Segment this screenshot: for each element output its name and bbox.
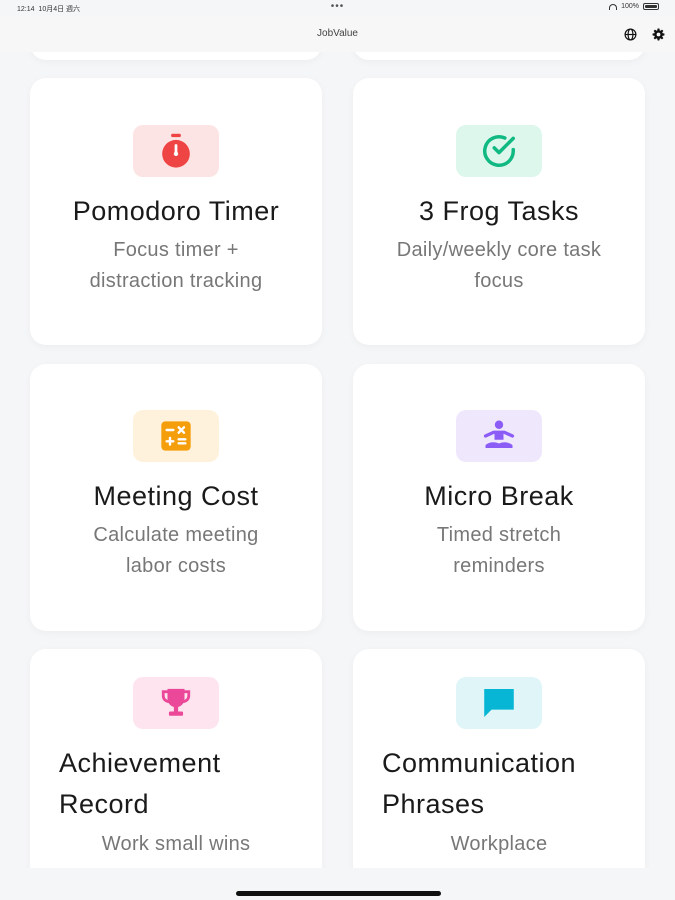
globe-icon bbox=[623, 27, 637, 41]
home-indicator[interactable] bbox=[236, 891, 441, 896]
card-title: Achievement Record bbox=[59, 743, 322, 825]
trophy-icon bbox=[161, 688, 191, 716]
icon-tile bbox=[456, 410, 542, 462]
card-title-line: Phrases bbox=[382, 789, 485, 819]
navigation-bar: JobValue bbox=[0, 16, 675, 52]
nav-actions bbox=[621, 25, 667, 43]
card-desc: Workplace bbox=[450, 833, 548, 855]
icon-tile bbox=[133, 410, 219, 462]
card-micro-break[interactable]: Micro Break Timed stretch reminders bbox=[353, 364, 645, 631]
card-desc: Daily/weekly core task focus bbox=[353, 235, 645, 297]
card-frog-tasks[interactable]: 3 Frog Tasks Daily/weekly core task focu… bbox=[353, 78, 645, 345]
card-partial-right[interactable]: deductions bbox=[353, 52, 645, 60]
chat-bubble-icon bbox=[484, 688, 514, 718]
icon-tile bbox=[133, 677, 219, 729]
app-title: JobValue bbox=[317, 28, 358, 39]
card-meeting-cost[interactable]: Meeting Cost Calculate meeting labor cos… bbox=[30, 364, 322, 631]
card-title-line: Achievement bbox=[59, 748, 221, 778]
card-desc-line: distraction tracking bbox=[89, 270, 263, 292]
card-communication-phrases[interactable]: Communication Phrases Workplace bbox=[353, 649, 645, 868]
multitasking-dots[interactable]: ••• bbox=[0, 1, 675, 12]
status-bar: 12:14 10月4日 週六 ••• 100% bbox=[0, 0, 675, 16]
card-desc-line: Daily/weekly core task bbox=[396, 239, 602, 261]
card-title: Communication Phrases bbox=[382, 743, 645, 825]
card-partial-left[interactable] bbox=[30, 52, 322, 60]
meditation-icon bbox=[483, 420, 515, 448]
card-title: Micro Break bbox=[424, 481, 574, 511]
tools-grid: deductions Pomodoro Timer Focus timer + … bbox=[0, 52, 675, 868]
icon-tile bbox=[133, 125, 219, 177]
card-desc-line: focus bbox=[474, 270, 524, 292]
card-desc-line: reminders bbox=[453, 555, 545, 577]
card-title: Meeting Cost bbox=[93, 481, 259, 511]
status-indicators: 100% bbox=[609, 3, 659, 10]
card-desc-line: Timed stretch bbox=[436, 524, 562, 546]
card-achievement-record[interactable]: Achievement Record Work small wins bbox=[30, 649, 322, 868]
card-desc: Work small wins bbox=[101, 833, 251, 855]
check-circle-icon bbox=[483, 135, 515, 167]
card-desc: Timed stretch reminders bbox=[353, 520, 645, 582]
icon-tile bbox=[456, 125, 542, 177]
card-desc-line: Calculate meeting bbox=[93, 524, 259, 546]
battery-percent: 100% bbox=[621, 3, 639, 10]
icon-tile bbox=[456, 677, 542, 729]
settings-button[interactable] bbox=[649, 25, 667, 43]
card-title: Pomodoro Timer bbox=[72, 196, 280, 226]
card-desc: Calculate meeting labor costs bbox=[30, 520, 322, 582]
card-title-line: Record bbox=[59, 789, 150, 819]
calculator-icon bbox=[161, 421, 191, 451]
card-partial-desc: deductions bbox=[353, 52, 645, 60]
card-desc: Focus timer + distraction tracking bbox=[30, 235, 322, 297]
battery-icon bbox=[643, 3, 659, 10]
card-desc-line: Focus timer + bbox=[113, 239, 239, 261]
card-title-line: Communication bbox=[382, 748, 577, 778]
stopwatch-icon bbox=[162, 133, 190, 168]
gear-icon bbox=[652, 28, 664, 40]
card-desc-line: labor costs bbox=[125, 555, 226, 577]
wifi-icon bbox=[609, 3, 618, 10]
card-title: 3 Frog Tasks bbox=[418, 196, 580, 226]
card-pomodoro-timer[interactable]: Pomodoro Timer Focus timer + distraction… bbox=[30, 78, 322, 345]
language-button[interactable] bbox=[621, 25, 639, 43]
